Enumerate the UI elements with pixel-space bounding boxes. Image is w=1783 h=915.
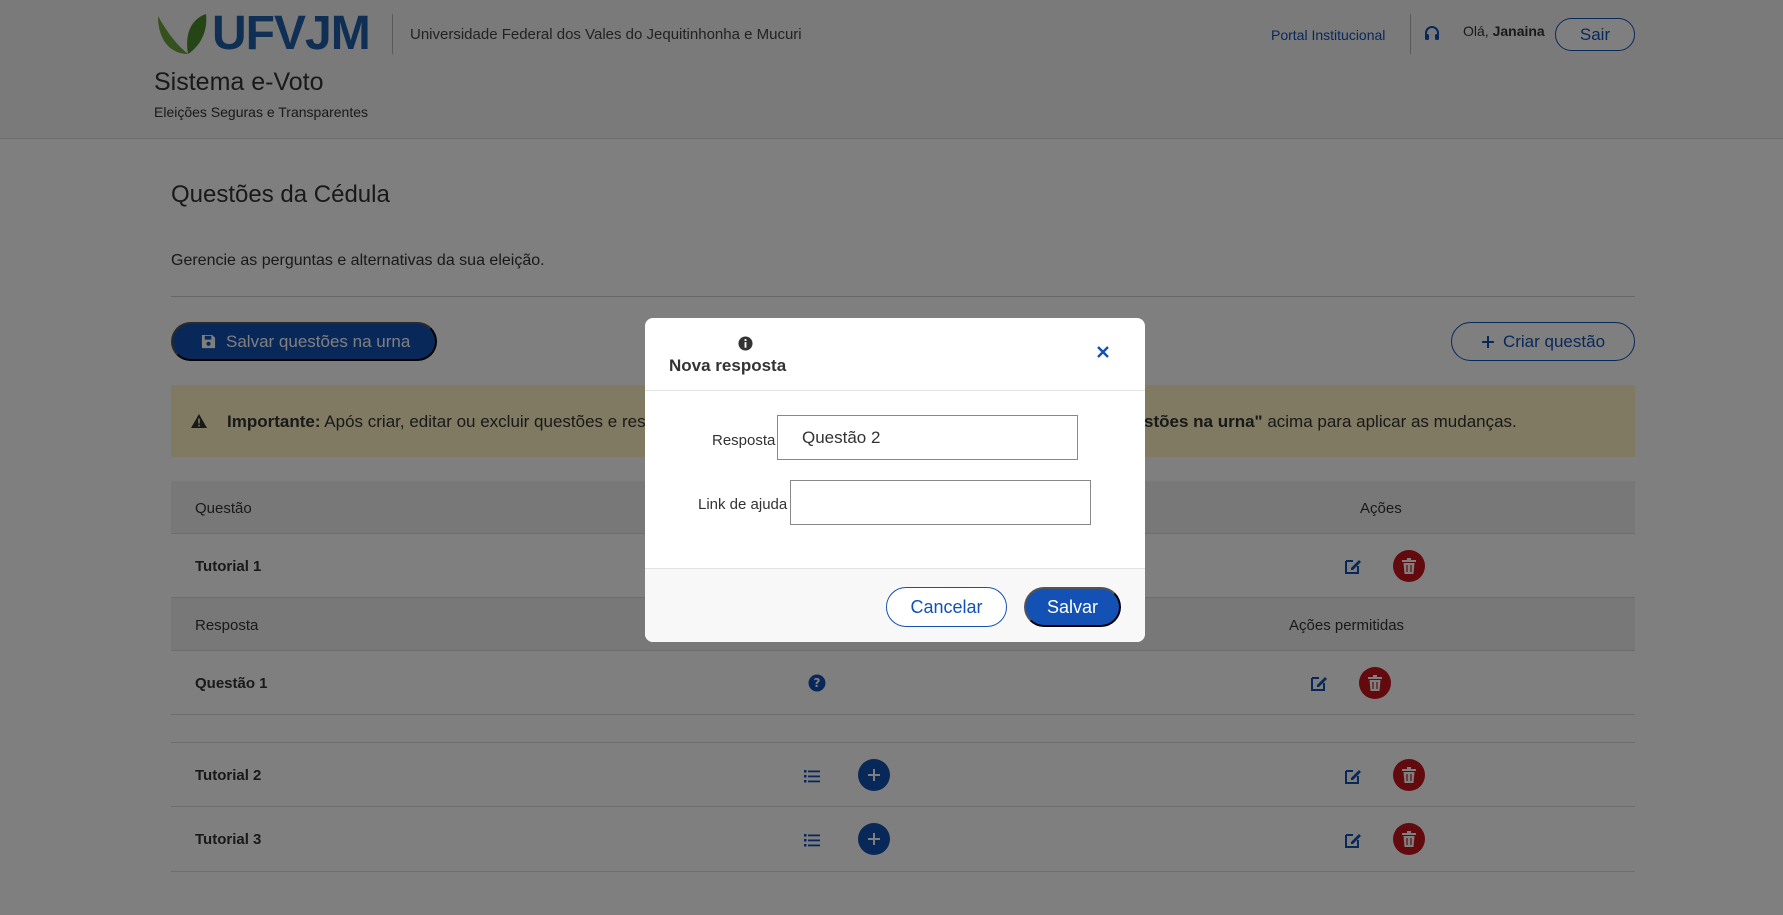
- answer-input[interactable]: Questão 2: [777, 415, 1078, 460]
- answer-field-label: Resposta: [712, 432, 776, 449]
- new-answer-modal: Nova resposta Resposta Questão 2 Link de…: [645, 318, 1145, 642]
- modal-title: Nova resposta: [669, 356, 787, 375]
- save-button[interactable]: Salvar: [1024, 587, 1121, 627]
- help-link-field-label: Link de ajuda: [698, 496, 788, 513]
- help-link-input[interactable]: [790, 480, 1091, 525]
- info-icon: [738, 336, 753, 351]
- modal-header: Nova resposta: [645, 318, 1145, 391]
- close-icon[interactable]: [1093, 342, 1113, 362]
- cancel-button[interactable]: Cancelar: [886, 587, 1007, 627]
- modal-footer: Cancelar Salvar: [645, 568, 1145, 642]
